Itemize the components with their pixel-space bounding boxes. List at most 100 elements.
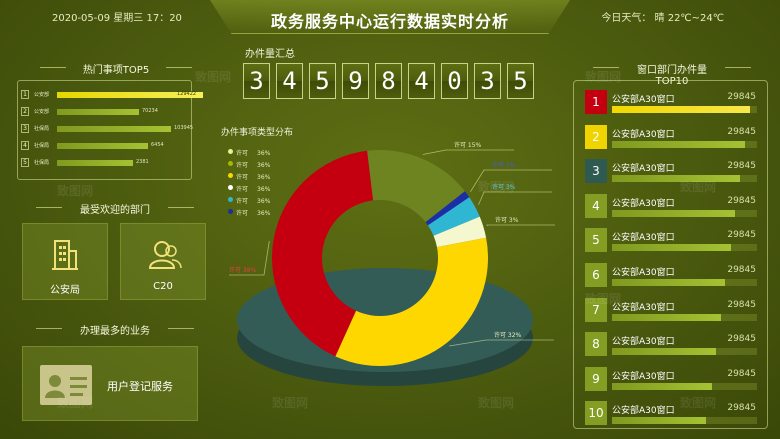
window-name: 公安部A30窗口 [612, 268, 675, 278]
legend-label: 许可 [236, 174, 249, 181]
window-bar [612, 313, 721, 321]
window-rank-row[interactable]: 5 公安部A30窗口 29845 [585, 228, 760, 254]
legend-value: 36% [257, 198, 271, 205]
counter-label: 办件量汇总 [245, 49, 295, 60]
chart-platform-shadow [237, 290, 533, 386]
counter-digit: 5 [507, 63, 534, 99]
top5-row[interactable]: 4 社保局 6454 [21, 140, 189, 152]
legend-value: 36% [257, 162, 271, 169]
window-value: 29845 [727, 334, 756, 345]
window-bar-track [612, 382, 757, 390]
legend-label: 许可 [236, 186, 249, 193]
top5-row[interactable]: 2 公安部 70234 [21, 106, 189, 118]
rank-badge: 3 [585, 159, 607, 184]
window-value: 29845 [727, 195, 756, 206]
top5-rank: 3 [21, 124, 29, 133]
window-rank-row[interactable]: 1 公安部A30窗口 29845 [585, 90, 760, 116]
counter-digit: 8 [375, 63, 402, 99]
top5-title: 热门事项TOP5 [40, 61, 192, 76]
watermark: 致图网 [585, 70, 622, 84]
window-rank-row[interactable]: 9 公安部A30窗口 29845 [585, 366, 760, 393]
watermark: 致图网 [585, 292, 622, 306]
watermark: 致图网 [272, 396, 309, 410]
donut-slice [272, 150, 374, 357]
top5-value: 129422 [177, 91, 197, 97]
top5-track [57, 160, 203, 166]
window-rank-row[interactable]: 3 公安部A30窗口 29845 [585, 159, 760, 185]
watermark: 致图网 [680, 396, 717, 410]
building-icon [52, 240, 78, 270]
top5-label: 公安部 [34, 109, 50, 115]
top5-row[interactable]: 3 社保局 103945 [21, 123, 193, 135]
window-name: 公安部A30窗口 [612, 95, 675, 105]
slice-leader-line [422, 149, 514, 155]
business-card[interactable]: 用户登记服务 [22, 346, 198, 421]
window-bar-track [612, 348, 757, 356]
rank-badge: 1 [585, 90, 607, 114]
window-value: 29845 [727, 299, 756, 310]
top5-value: 70234 [142, 108, 158, 114]
window-bar-track [612, 209, 757, 217]
window-value: 29845 [727, 403, 756, 414]
window-rank-row[interactable]: 8 公安部A30窗口 29845 [585, 332, 760, 358]
watermark: 致图网 [57, 396, 94, 410]
slice-label: 许可 32% [494, 331, 522, 339]
window-name: 公安部A30窗口 [612, 406, 675, 417]
slice-leader-line [486, 224, 555, 227]
top5-row[interactable]: 5 社保局 2381 [21, 157, 189, 169]
top5-value: 103945 [174, 125, 194, 131]
donut-slice [335, 237, 488, 366]
weather-info: 今日天气： 晴 22℃~24℃ [601, 13, 724, 24]
slice-label: 许可 38% [229, 266, 257, 274]
window-bar [612, 140, 745, 148]
watermark: 致图网 [680, 180, 717, 194]
counter-digit: 4 [408, 63, 435, 99]
top5-rank: 1 [21, 90, 29, 99]
legend-item: 许可 36% [228, 208, 271, 217]
page-title: 政务服务中心运行数据实时分析 [270, 12, 509, 31]
legend-label: 许可 [236, 198, 249, 205]
rank-badge: 6 [585, 263, 607, 287]
top5-bar [57, 109, 139, 115]
window-rank-row[interactable]: 6 公安部A30窗口 29845 [585, 263, 760, 289]
top5-bar [57, 143, 148, 149]
top5-label: 社保局 [34, 143, 50, 149]
watermark: 致图网 [478, 180, 515, 194]
legend-value: 36% [257, 210, 271, 217]
dept-card-police[interactable]: 公安局 [22, 223, 108, 300]
window-bar [612, 417, 706, 425]
counter-digit: 5 [309, 63, 336, 99]
watermark: 致图网 [478, 396, 515, 410]
window-rank-row[interactable]: 2 公安部A30窗口 29845 [585, 124, 760, 151]
chart-title: 办件事项类型分布 [221, 128, 294, 138]
legend-value: 36% [257, 186, 271, 193]
counter-digits: 345984035 [243, 63, 539, 101]
top5-label: 社保局 [34, 126, 50, 132]
legend-swatch [228, 149, 233, 154]
window-rank-row[interactable]: 4 公安部A30窗口 29845 [585, 193, 760, 220]
legend-swatch [228, 185, 233, 190]
users-icon [148, 241, 182, 269]
window-bar [612, 175, 740, 183]
window-bar-track [612, 417, 757, 425]
window-rank-row[interactable]: 10 公安部A30窗口 29845 [585, 401, 760, 427]
counter-digit: 4 [276, 63, 303, 99]
window-name: 公安部A30窗口 [612, 371, 675, 382]
rank-badge: 4 [585, 193, 607, 218]
chart-platform [237, 268, 533, 372]
legend-item: 许可 36% [228, 172, 270, 181]
legend-swatch [228, 173, 233, 178]
top5-bar [57, 126, 171, 132]
legend-item: 许可 36% [228, 196, 271, 205]
rank-badge: 9 [585, 366, 607, 391]
top5-value: 6454 [151, 142, 164, 148]
top5-panel: 1 公安部 129422 2 公安部 70234 3 社保局 103945 4 社保局 6454 5 社保… [17, 80, 203, 180]
window-value: 29845 [727, 161, 756, 172]
top5-row[interactable]: 1 公安部 129422 [21, 89, 203, 101]
top5-track [57, 109, 203, 115]
donut-slice [425, 191, 470, 226]
dept-card-label: C20 [153, 281, 173, 292]
top5-label: 社保局 [34, 160, 50, 166]
window-name: 公安部A30窗口 [612, 302, 675, 313]
dept-card-c20[interactable]: C20 [120, 223, 206, 300]
